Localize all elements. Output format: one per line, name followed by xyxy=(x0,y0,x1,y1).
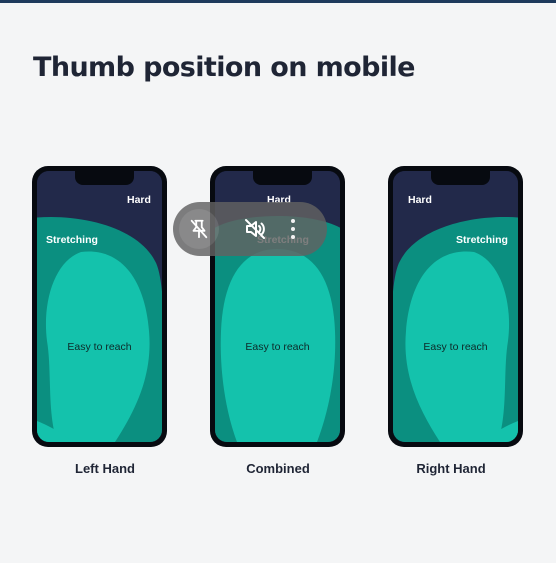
caption-combined: Combined xyxy=(246,461,310,476)
hard-zone-label: Hard xyxy=(408,194,432,206)
top-border xyxy=(0,0,556,3)
thumb-zone-map xyxy=(37,171,162,442)
easy-zone-label: Easy to reach xyxy=(67,341,132,353)
phone-left-hand: Hard Stretching Easy to reach xyxy=(32,166,167,447)
caption-left-hand: Left Hand xyxy=(75,461,135,476)
easy-zone-label: Easy to reach xyxy=(245,341,310,353)
more-vertical-icon xyxy=(291,219,295,223)
unpin-button[interactable] xyxy=(179,209,219,249)
stretching-zone-label: Stretching xyxy=(46,234,98,246)
phone-screen: Hard Stretching Easy to reach xyxy=(37,171,162,442)
more-options-button[interactable] xyxy=(283,209,303,249)
hard-zone-label: Hard xyxy=(127,194,151,206)
mute-button[interactable] xyxy=(235,209,275,249)
caption-right-hand: Right Hand xyxy=(416,461,486,476)
video-overlay-controls xyxy=(173,202,327,256)
phone-right-hand: Hard Stretching Easy to reach xyxy=(388,166,523,447)
page-title: Thumb position on mobile xyxy=(33,52,415,83)
phone-screen: Hard Stretching Easy to reach xyxy=(393,171,518,442)
phone-notch xyxy=(75,171,134,185)
stretching-zone-label: Stretching xyxy=(456,234,508,246)
easy-zone-label: Easy to reach xyxy=(423,341,488,353)
phone-notch xyxy=(253,171,312,185)
volume-mute-icon xyxy=(245,219,265,239)
pin-off-icon xyxy=(190,219,208,239)
thumb-zone-map xyxy=(393,171,518,442)
phone-notch xyxy=(431,171,490,185)
